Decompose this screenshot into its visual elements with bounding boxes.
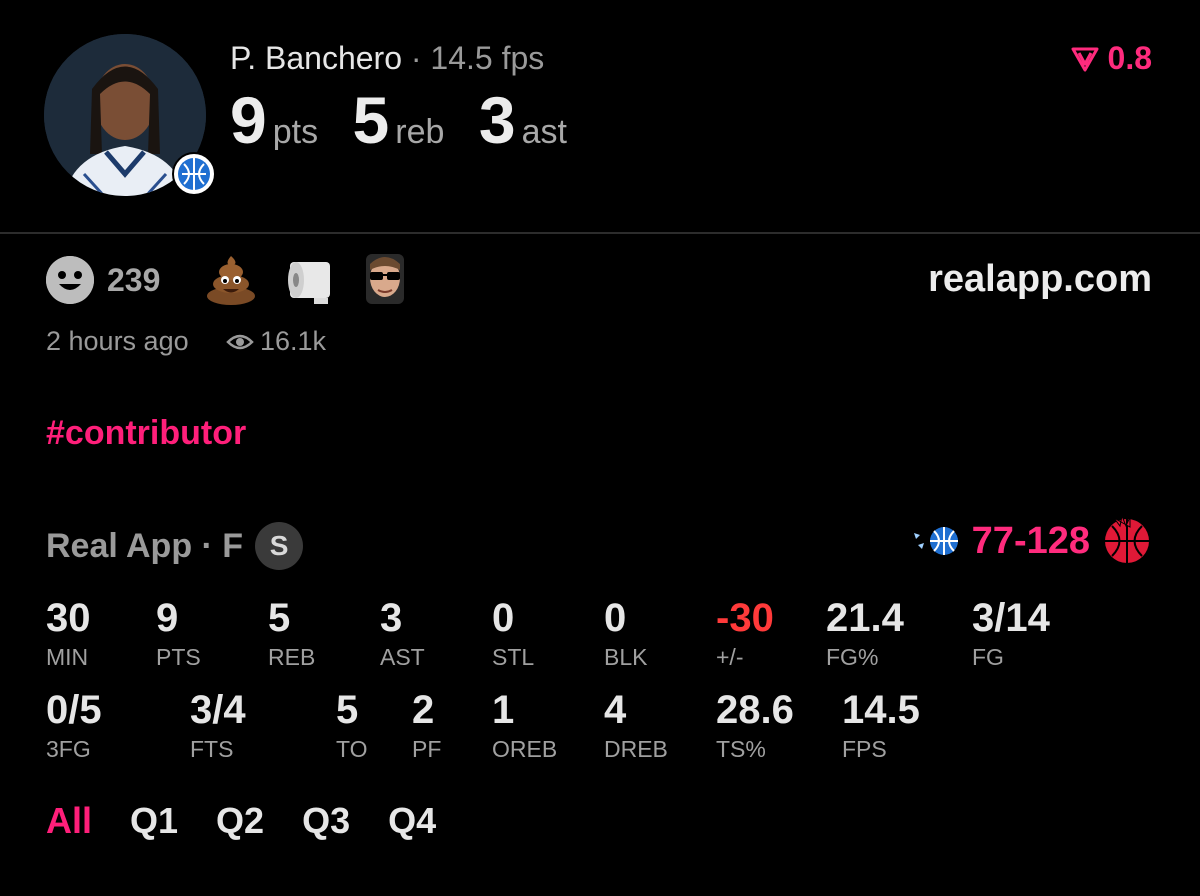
stat-label: +/- <box>716 644 744 670</box>
quarter-tabs: All Q1 Q2 Q3 Q4 <box>46 800 436 842</box>
stat-value: 5 <box>336 688 359 732</box>
stat-pf: 2 PF <box>412 690 441 761</box>
stat-value: 14.5 <box>842 688 920 732</box>
headline-stats: 9 pts 5 reb 3 ast <box>230 82 597 158</box>
stat-value: 4 <box>604 688 627 732</box>
stat-value: 3/4 <box>190 688 246 732</box>
stat-label: TS% <box>716 736 766 762</box>
stat-label: FTS <box>190 736 234 762</box>
player-fps: 14.5 fps <box>430 40 545 76</box>
header-divider <box>0 232 1200 234</box>
stat-value: 1 <box>492 688 515 732</box>
rating-value: 0.8 <box>1107 40 1152 76</box>
stat-fg: 3/14 FG <box>972 598 1050 669</box>
league-position: Real App · F <box>46 526 244 565</box>
rating-badge[interactable]: 0.8 <box>1070 40 1152 77</box>
stat-label: PF <box>412 736 442 762</box>
s-badge[interactable]: S <box>255 522 304 570</box>
site-link[interactable]: realapp.com <box>928 258 1152 301</box>
stat-value: 0 <box>492 596 515 640</box>
player-name[interactable]: P. Banchero <box>230 40 402 76</box>
orlando-magic-logo-icon <box>172 152 216 196</box>
toilet-paper-emoji-icon[interactable] <box>284 252 338 306</box>
assists-label: ast <box>521 113 567 151</box>
stat-fps: 14.5 FPS <box>842 690 920 761</box>
stat-value: 21.4 <box>826 596 904 640</box>
hashtag-link[interactable]: #contributor <box>46 414 246 453</box>
stat-3fg: 0/5 3FG <box>46 690 102 761</box>
stat-value: 30 <box>46 596 91 640</box>
sunglasses-face-emoji-icon[interactable] <box>358 252 412 306</box>
stat-blk: 0 BLK <box>604 598 647 669</box>
stat-label: REB <box>268 644 316 670</box>
assists-value: 3 <box>478 83 516 157</box>
reaction-count: 239 <box>107 262 161 298</box>
rating-icon <box>1071 47 1099 71</box>
game-score[interactable]: 77-128 <box>912 514 1154 568</box>
stat-label: STL <box>492 644 535 670</box>
tab-all[interactable]: All <box>46 800 92 842</box>
tab-q4[interactable]: Q4 <box>388 800 436 842</box>
points-value: 9 <box>230 83 267 157</box>
tab-q3[interactable]: Q3 <box>302 800 350 842</box>
view-count-value: 16.1k <box>260 326 327 356</box>
score-value: 77-128 <box>971 519 1090 562</box>
stat-label: FG <box>972 644 1004 670</box>
tab-q1[interactable]: Q1 <box>130 800 178 842</box>
stat-label: FPS <box>842 736 887 762</box>
stat-reb: 5 REB <box>268 598 315 669</box>
stat-value: 9 <box>156 596 179 640</box>
stat-label: PTS <box>156 644 201 670</box>
eye-icon <box>226 334 254 349</box>
stat-value: 3/14 <box>972 596 1050 640</box>
stat-label: FG% <box>826 644 879 670</box>
stat-value: 3 <box>380 596 403 640</box>
view-count: 16.1k <box>226 326 326 357</box>
stat-pts: 9 PTS <box>156 598 201 669</box>
points-label: pts <box>272 113 319 151</box>
stat-min: 30 MIN <box>46 598 91 669</box>
stat-value: 2 <box>412 688 435 732</box>
reaction-smile-icon[interactable] <box>46 256 94 304</box>
rebounds-label: reb <box>395 113 445 151</box>
stat-oreb: 1 OREB <box>492 690 557 761</box>
poop-emoji-icon[interactable] <box>204 252 258 306</box>
stat-fg: 21.4 FG% <box>826 598 904 669</box>
game-info: Real App · F S <box>46 522 304 570</box>
stat-value: 0/5 <box>46 688 102 732</box>
post-time: 2 hours ago <box>46 326 189 356</box>
stat-label: TO <box>336 736 368 762</box>
stat-to: 5 TO <box>336 690 368 761</box>
stat-label: 3FG <box>46 736 91 762</box>
rebounds-value: 5 <box>352 83 390 157</box>
stat-label: OREB <box>492 736 558 762</box>
tab-q2[interactable]: Q2 <box>216 800 264 842</box>
stat-fts: 3/4 FTS <box>190 690 246 761</box>
stat-label: BLK <box>604 644 648 670</box>
stat-label: MIN <box>46 644 89 670</box>
stat-label: AST <box>380 644 425 670</box>
stat-value: 0 <box>604 596 627 640</box>
stat-stl: 0 STL <box>492 598 534 669</box>
stat-dreb: 4 DREB <box>604 690 668 761</box>
stat-label: DREB <box>604 736 668 762</box>
stat-ast: 3 AST <box>380 598 425 669</box>
player-name-line: P. Banchero · 14.5 fps <box>230 40 544 77</box>
name-separator: · <box>410 40 422 76</box>
stat-value: 28.6 <box>716 688 794 732</box>
stat-value: -30 <box>716 596 774 640</box>
toronto-raptors-logo-icon <box>1105 514 1149 563</box>
stat-ts: 28.6 TS% <box>716 690 794 761</box>
orlando-magic-logo-icon <box>913 527 958 555</box>
stat-plus-minus: -30 +/- <box>716 598 774 669</box>
stat-value: 5 <box>268 596 291 640</box>
